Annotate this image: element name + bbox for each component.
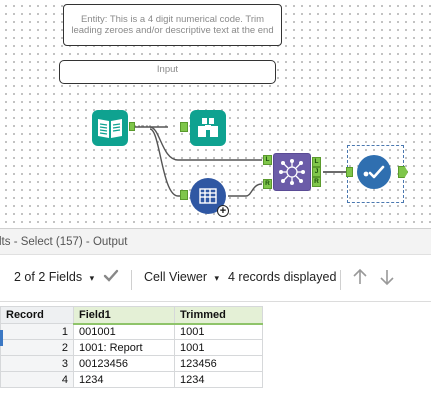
table-row[interactable]: 1 001001 1001 — [0, 323, 263, 340]
join-icon — [279, 159, 305, 185]
trimmed-cell[interactable]: 1234 — [174, 371, 263, 388]
comment-input-text: Input — [156, 64, 179, 75]
join-tool[interactable] — [273, 153, 311, 191]
join-right-input-anchor[interactable]: R — [263, 179, 272, 189]
results-table: Record Field1 Trimmed 1 001001 1001 2 10… — [0, 306, 263, 388]
text-input-output-anchor[interactable] — [129, 122, 135, 131]
test-input-anchor[interactable] — [346, 167, 353, 177]
column-header-field1[interactable]: Field1 — [73, 306, 175, 325]
fields-dropdown[interactable]: 2 of 2 Fields ▾ — [14, 270, 94, 284]
results-title-bar: lts - Select (157) - Output — [0, 228, 431, 255]
results-title: lts - Select (157) - Output — [0, 236, 128, 248]
results-grid[interactable]: Record Field1 Trimmed 1 001001 1001 2 10… — [0, 306, 431, 407]
field1-cell[interactable]: 1234 — [73, 371, 175, 388]
join-left-input-anchor[interactable]: L — [263, 155, 272, 165]
table-row[interactable]: 3 00123456 123456 — [0, 355, 263, 372]
record-cell[interactable]: 3 — [0, 355, 74, 372]
record-cell[interactable]: 2 — [0, 339, 74, 356]
down-arrow-icon — [380, 270, 394, 286]
check-icon — [103, 269, 119, 282]
record-cell[interactable]: 1 — [0, 323, 74, 340]
browse-input-anchor[interactable] — [180, 122, 188, 132]
trimmed-cell[interactable]: 1001 — [174, 323, 263, 340]
toolbar-separator — [340, 270, 341, 290]
book-icon — [98, 119, 122, 138]
plus-badge-icon: + — [217, 205, 229, 217]
trimmed-cell[interactable]: 1001 — [174, 339, 263, 356]
cell-viewer-label: Cell Viewer — [144, 270, 207, 284]
field1-cell[interactable]: 001001 — [73, 323, 175, 340]
workflow-canvas[interactable]: Entity: This is a 4 digit numerical code… — [0, 0, 431, 228]
test-check-icon — [363, 165, 385, 179]
field1-cell[interactable]: 00123456 — [73, 355, 175, 372]
comment-entity[interactable]: Entity: This is a 4 digit numerical code… — [63, 4, 282, 46]
fields-label: 2 of 2 Fields — [14, 270, 83, 284]
record-cell[interactable]: 4 — [0, 371, 74, 388]
dropdown-arrow-icon: ▾ — [214, 273, 220, 283]
scroll-down-button[interactable] — [379, 268, 395, 289]
records-status: 4 records displayed — [228, 270, 336, 284]
comment-entity-text: Entity: This is a 4 digit numerical code… — [71, 14, 274, 36]
scroll-up-button[interactable] — [352, 268, 368, 289]
table-row[interactable]: 2 1001: Report 1001 — [0, 339, 263, 356]
binoculars-icon — [198, 118, 218, 137]
row-marker — [0, 330, 3, 346]
test-tool[interactable] — [357, 155, 391, 189]
formula-tool[interactable]: + — [190, 178, 229, 217]
field1-cell[interactable]: 1001: Report — [73, 339, 175, 356]
dropdown-arrow-icon: ▾ — [89, 273, 95, 283]
table-header-row: Record Field1 Trimmed — [0, 306, 263, 325]
up-arrow-icon — [353, 268, 367, 284]
formula-input-anchor[interactable] — [180, 190, 188, 200]
trimmed-cell[interactable]: 123456 — [174, 355, 263, 372]
join-left-output-anchor[interactable]: L — [312, 157, 321, 167]
records-label: 4 records displayed — [228, 270, 337, 284]
toolbar-separator — [131, 270, 132, 290]
join-join-output-anchor[interactable]: J — [312, 167, 321, 177]
check-button[interactable] — [103, 269, 119, 286]
table-row[interactable]: 4 1234 1234 — [0, 371, 263, 388]
column-header-record[interactable]: Record — [0, 306, 74, 324]
column-header-trimmed[interactable]: Trimmed — [174, 306, 263, 325]
text-input-tool[interactable] — [92, 110, 128, 146]
browse-tool[interactable] — [190, 110, 226, 146]
results-toolbar: 2 of 2 Fields ▾ Cell Viewer ▾ 4 records … — [0, 256, 431, 302]
comment-input[interactable]: Input — [59, 60, 276, 84]
join-right-output-anchor[interactable]: R — [312, 177, 321, 187]
cell-viewer-dropdown[interactable]: Cell Viewer ▾ — [144, 270, 219, 284]
